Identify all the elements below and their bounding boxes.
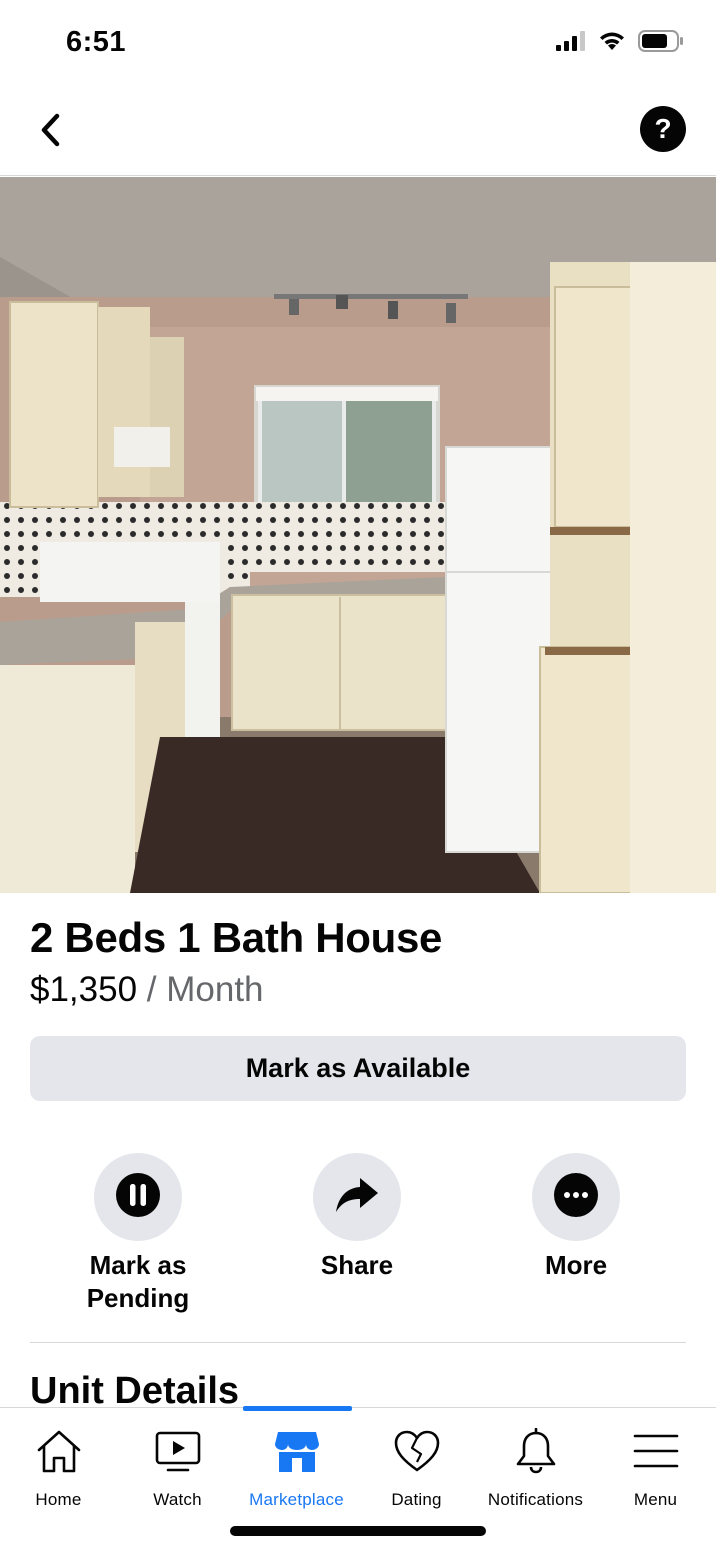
tab-menu-label: Menu [633, 1490, 678, 1509]
mark-as-available-button[interactable]: Mark as Available [30, 1036, 686, 1101]
home-indicator [230, 1526, 486, 1536]
cellular-signal-icon [556, 31, 586, 56]
bell-icon [511, 1426, 561, 1476]
tab-menu[interactable]: Menu [596, 1426, 715, 1510]
home-icon [34, 1426, 84, 1476]
divider [30, 1342, 686, 1343]
tab-home-label: Home [35, 1490, 82, 1509]
hamburger-menu-icon [631, 1426, 681, 1476]
tab-marketplace-label: Marketplace [249, 1490, 344, 1509]
listing-title: 2 Beds 1 Bath House [30, 914, 443, 961]
status-bar: 6:51 [0, 0, 716, 90]
tab-notifications-label: Notifications [487, 1490, 584, 1509]
share-arrow-icon [334, 1172, 380, 1223]
listing-price: $1,350 [30, 970, 138, 1009]
wifi-icon [598, 30, 626, 57]
tab-home[interactable]: Home [0, 1426, 118, 1510]
status-icons [556, 30, 684, 57]
share-label: Share [320, 1250, 394, 1280]
more-dots-icon [553, 1172, 599, 1223]
marketplace-store-icon [272, 1426, 322, 1476]
help-button[interactable]: ? [640, 106, 686, 152]
action-row: Mark as Pending Share More [0, 1153, 716, 1323]
active-tab-indicator [243, 1406, 352, 1411]
tab-dating-label: Dating [391, 1490, 442, 1509]
listing-price-period: / Month [137, 970, 264, 1009]
watch-video-icon [153, 1426, 203, 1476]
tab-dating[interactable]: Dating [357, 1426, 476, 1510]
chevron-left-icon [39, 113, 61, 152]
pause-icon [115, 1172, 161, 1223]
price-row: $1,350 / Month [30, 970, 264, 1010]
mark-as-pending-button[interactable]: Mark as Pending [53, 1153, 223, 1315]
battery-icon [638, 30, 684, 57]
tab-watch-label: Watch [153, 1490, 202, 1509]
nav-header: ? [0, 90, 716, 176]
tab-marketplace[interactable]: Marketplace [237, 1426, 356, 1510]
tab-watch[interactable]: Watch [118, 1426, 237, 1510]
tab-notifications[interactable]: Notifications [476, 1426, 595, 1510]
question-circle-icon: ? [654, 113, 672, 144]
share-button[interactable]: Share [272, 1153, 442, 1282]
more-button[interactable]: More [491, 1153, 661, 1282]
listing-photo[interactable] [0, 177, 716, 893]
mark-as-pending-label: Mark as Pending [86, 1250, 190, 1313]
more-label: More [544, 1250, 608, 1280]
back-button[interactable] [28, 110, 72, 154]
kitchen-photo-illustration [0, 177, 716, 893]
dating-heart-icon [392, 1426, 442, 1476]
status-time: 6:51 [66, 26, 127, 58]
